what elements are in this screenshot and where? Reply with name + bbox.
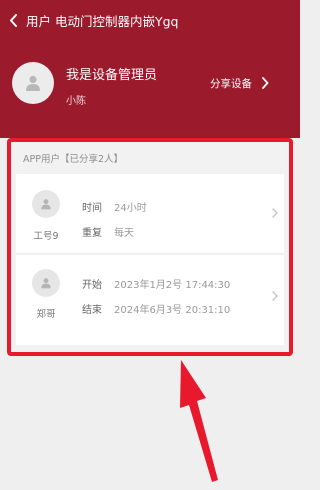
- header-bar: 用户 电动门控制器内嵌Ygq 我是设备管理员 小陈 分享设备: [0, 0, 300, 138]
- avatar: [32, 269, 60, 297]
- user-card[interactable]: 工号9 时间 24小时 重复 每天: [16, 174, 284, 254]
- title-row: 用户 电动门控制器内嵌Ygq: [0, 0, 300, 40]
- field-value: 2024年6月3号 20:31:10: [114, 305, 231, 316]
- back-button[interactable]: [0, 0, 26, 40]
- user-card[interactable]: 郑哥 开始 2023年1月2号 17:44:30 结束 2024年6月3号 20…: [16, 255, 284, 345]
- person-icon: [41, 199, 51, 210]
- manager-name: 我是设备管理员: [66, 68, 158, 83]
- chevron-left-icon: [9, 13, 17, 27]
- avatar: [32, 190, 60, 218]
- manager-row[interactable]: 我是设备管理员 小陈 分享设备: [0, 52, 300, 116]
- app-users-header: APP用户【已分享2人】: [23, 154, 124, 165]
- person-icon: [41, 278, 51, 289]
- field-label: 时间: [82, 203, 102, 214]
- share-device-label: 分享设备: [210, 77, 252, 90]
- chevron-right-icon: [262, 77, 269, 89]
- field-label: 开始: [82, 280, 102, 291]
- share-device-button[interactable]: 分享设备: [210, 72, 269, 94]
- field-value: 24小时: [114, 203, 147, 214]
- chevron-right-icon: [272, 208, 278, 218]
- field-value: 每天: [114, 228, 134, 239]
- chevron-right-icon: [272, 291, 278, 301]
- avatar: [12, 62, 54, 104]
- manager-subtitle: 小陈: [66, 96, 86, 107]
- field-label: 重复: [82, 228, 102, 239]
- app-users-panel: APP用户【已分享2人】 工号9 时间 24小时 重复 每天 郑哥 开始 202: [7, 138, 293, 356]
- field-label: 结束: [82, 305, 102, 316]
- person-icon: [26, 75, 40, 91]
- user-name: 工号9: [33, 231, 59, 242]
- field-value: 2023年1月2号 17:44:30: [114, 280, 231, 291]
- page-title: 用户 电动门控制器内嵌Ygq: [26, 13, 179, 29]
- user-name: 郑哥: [36, 309, 56, 320]
